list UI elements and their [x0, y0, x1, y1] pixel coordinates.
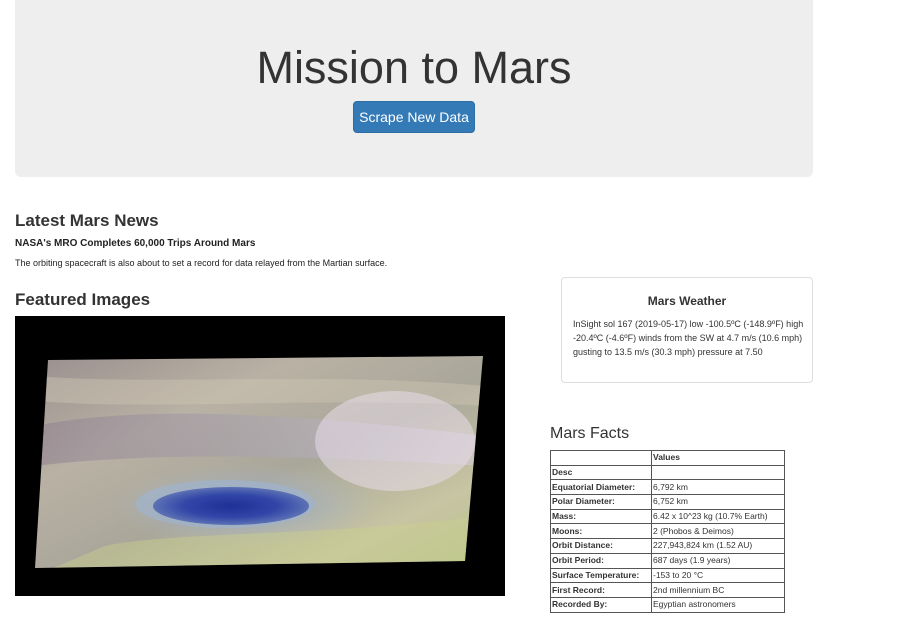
news-paragraph: The orbiting spacecraft is also about to…	[15, 258, 388, 268]
table-row: Recorded By: Egyptian astronomers	[550, 596, 785, 613]
news-heading: Latest Mars News	[15, 211, 159, 230]
table-row: Surface Temperature: -153 to 20 °C	[550, 567, 785, 584]
fact-label: Moons:	[550, 523, 652, 540]
fact-value: 687 days (1.9 years)	[651, 552, 785, 569]
featured-images-heading: Featured Images	[15, 290, 151, 309]
fact-value: 6.42 x 10^23 kg (10.7% Earth)	[651, 508, 785, 525]
scrape-new-data-button[interactable]: Scrape New Data	[353, 101, 475, 133]
table-row: Orbit Period: 687 days (1.9 years)	[550, 552, 785, 569]
featured-image[interactable]	[15, 316, 505, 596]
fact-label: Mass:	[550, 508, 652, 525]
table-row: First Record: 2nd millennium BC	[550, 582, 785, 598]
jumbotron: Mission to Mars Scrape New Data	[15, 0, 813, 177]
fact-value: -153 to 20 °C	[651, 567, 785, 584]
facts-index-blank	[651, 464, 785, 481]
featured-image-graphic	[15, 316, 505, 596]
table-row: Mass: 6.42 x 10^23 kg (10.7% Earth)	[550, 508, 785, 525]
table-row: Orbit Distance: 227,943,824 km (1.52 AU)	[550, 538, 785, 554]
fact-value: Egyptian astronomers	[651, 596, 785, 613]
facts-header-blank	[550, 450, 652, 466]
facts-index-label: Desc	[550, 464, 652, 481]
fact-label: Surface Temperature:	[550, 567, 652, 584]
page-title: Mission to Mars	[256, 42, 572, 93]
weather-text: InSight sol 167 (2019-05-17) low -100.5º…	[573, 319, 804, 357]
fact-label: Equatorial Diameter:	[550, 479, 652, 496]
news-title: NASA's MRO Completes 60,000 Trips Around…	[15, 238, 256, 249]
facts-header-row: Values	[550, 450, 785, 466]
table-row: Equatorial Diameter: 6,792 km	[550, 479, 785, 496]
weather-heading: Mars Weather	[647, 294, 727, 308]
fact-label: Orbit Period:	[550, 552, 652, 569]
fact-label: Recorded By:	[550, 596, 652, 613]
fact-value: 6,752 km	[651, 494, 785, 510]
facts-index-row: Desc	[550, 464, 785, 481]
fact-value: 6,792 km	[651, 479, 785, 496]
weather-panel: Mars Weather InSight sol 167 (2019-05-17…	[561, 277, 813, 383]
fact-label: First Record:	[550, 582, 652, 598]
facts-heading: Mars Facts	[550, 425, 630, 442]
fact-label: Orbit Distance:	[550, 538, 652, 554]
facts-table: Values Desc Equatorial Diameter: 6,792 k…	[550, 450, 785, 613]
table-row: Moons: 2 (Phobos & Deimos)	[550, 523, 785, 540]
facts-header-values: Values	[651, 450, 785, 466]
table-row: Polar Diameter: 6,752 km	[550, 494, 785, 510]
fact-value: 227,943,824 km (1.52 AU)	[651, 538, 785, 554]
fact-label: Polar Diameter:	[550, 494, 652, 510]
fact-value: 2nd millennium BC	[651, 582, 785, 598]
fact-value: 2 (Phobos & Deimos)	[651, 523, 785, 540]
